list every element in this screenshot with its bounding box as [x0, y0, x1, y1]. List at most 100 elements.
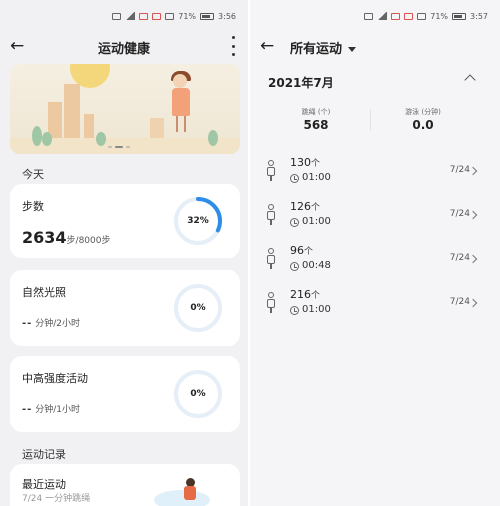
daylight-unit: 分钟/2小时 [35, 319, 80, 329]
activity-record[interactable]: 96个 00:48 7/24 [250, 244, 500, 288]
jump-rope-icon [265, 204, 277, 225]
intensity-card[interactable]: 中高强度活动 -- 分钟/1小时 0% [10, 356, 240, 432]
screen: 71% 3:56 ← 运动健康 今天 步数 2634步/8000步 32% 自然… [0, 0, 500, 506]
recent-activity-detail: 7/24 一分钟跳绳 [22, 494, 91, 504]
intensity-unit: 分钟/1小时 [35, 405, 80, 415]
daylight-percent: 0% [190, 303, 206, 313]
month-header[interactable]: 2021年7月 [268, 74, 334, 91]
record-count: 130 [290, 156, 311, 169]
record-date: 7/24 [449, 297, 470, 307]
steps-percent: 32% [187, 216, 209, 226]
record-date: 7/24 [449, 253, 470, 263]
hero-banner[interactable] [10, 64, 240, 154]
status-bar: 71% 3:56 [0, 9, 248, 23]
record-unit: 个 [311, 159, 321, 169]
jump-rope-icon [265, 160, 277, 181]
activity-record[interactable]: 130个 01:00 7/24 [250, 156, 500, 200]
nfc-icon [417, 12, 427, 20]
record-count: 126 [290, 200, 311, 213]
clock-icon [290, 218, 299, 227]
clock-icon [290, 306, 299, 315]
record-count-line: 130个 [290, 156, 320, 169]
app-bar: ← 运动健康 [0, 34, 248, 60]
app-notification-icon [391, 12, 401, 20]
record-count-line: 126个 [290, 200, 320, 213]
stat-label-jump-rope: 跳绳 (个) [301, 108, 331, 116]
nfc-icon [165, 12, 175, 20]
daylight-value: -- [22, 318, 33, 329]
stat-value-jump-rope: 568 [303, 118, 329, 132]
chevron-right-icon [468, 166, 478, 176]
intensity-value-line: -- 分钟/1小时 [22, 402, 80, 415]
tree-illustration [96, 132, 106, 146]
daylight-value-line: -- 分钟/2小时 [22, 316, 80, 329]
app-notification-icon [139, 12, 149, 20]
today-heading: 今天 [22, 168, 44, 181]
daylight-label: 自然光照 [22, 286, 66, 299]
signal-icon [125, 12, 136, 20]
record-unit: 个 [311, 203, 321, 213]
tree-illustration [42, 132, 52, 146]
record-duration: 01:00 [302, 172, 331, 183]
page-title: 所有运动 [290, 41, 343, 57]
records-heading: 运动记录 [22, 448, 66, 461]
girl-illustration [173, 74, 187, 88]
intensity-progress-ring: 0% [172, 368, 224, 420]
clock-icon [290, 174, 299, 183]
jump-rope-icon [265, 292, 277, 313]
status-bar: 71% 3:57 [250, 9, 500, 23]
chevron-right-icon [468, 254, 478, 264]
steps-card[interactable]: 步数 2634步/8000步 32% [10, 184, 240, 258]
runner-illustration-shadow [154, 490, 210, 506]
app-notification-icon-2 [404, 12, 414, 20]
daylight-card[interactable]: 自然光照 -- 分钟/2小时 0% [10, 270, 240, 346]
more-vertical-icon[interactable] [230, 36, 236, 56]
intensity-percent: 0% [190, 389, 206, 399]
steps-unit: 步/8000步 [66, 236, 111, 246]
jump-rope-icon [265, 248, 277, 269]
clock-time: 3:56 [218, 11, 236, 21]
app-notification-icon-2 [152, 12, 162, 20]
notification-icon [364, 12, 374, 20]
record-duration: 00:48 [302, 260, 331, 271]
record-unit: 个 [311, 291, 321, 301]
battery-percent: 71% [430, 11, 449, 21]
record-date: 7/24 [449, 165, 470, 175]
tree-illustration [32, 126, 42, 146]
battery-icon [200, 12, 215, 20]
record-duration: 01:00 [302, 304, 331, 315]
record-count-line: 216个 [290, 288, 320, 301]
steps-value-line: 2634步/8000步 [22, 228, 110, 247]
notification-icon [112, 12, 122, 20]
activity-filter-dropdown[interactable]: 所有运动 [290, 38, 357, 57]
activity-record[interactable]: 216个 01:00 7/24 [250, 288, 500, 332]
record-date: 7/24 [449, 209, 470, 219]
record-count-line: 96个 [290, 244, 313, 257]
steps-progress-ring: 32% [172, 195, 224, 247]
record-duration: 01:00 [302, 216, 331, 227]
clock-icon [290, 262, 299, 271]
steps-value: 2634 [22, 228, 67, 247]
app-bar: ← 所有运动 [250, 34, 500, 60]
tree-illustration [208, 130, 218, 146]
battery-percent: 71% [178, 11, 197, 21]
record-count: 96 [290, 244, 304, 257]
stat-separator [370, 109, 371, 131]
stat-label-swim: 游泳 (分钟) [405, 108, 441, 116]
back-arrow-icon[interactable]: ← [260, 37, 278, 55]
battery-icon [452, 12, 467, 20]
chevron-right-icon [468, 298, 478, 308]
carousel-indicator [108, 146, 130, 148]
clock-time: 3:57 [470, 11, 488, 21]
girl-illustration-dress [172, 88, 190, 116]
daylight-progress-ring: 0% [172, 282, 224, 334]
activity-record[interactable]: 126个 01:00 7/24 [250, 200, 500, 244]
runner-illustration [150, 476, 210, 506]
steps-label: 步数 [22, 200, 44, 213]
signal-icon [377, 12, 388, 20]
dropdown-caret-icon [348, 46, 357, 52]
intensity-value: -- [22, 404, 33, 415]
record-count: 216 [290, 288, 311, 301]
health-home-screen: 71% 3:56 ← 运动健康 今天 步数 2634步/8000步 32% 自然… [0, 0, 248, 506]
chevron-right-icon [468, 210, 478, 220]
